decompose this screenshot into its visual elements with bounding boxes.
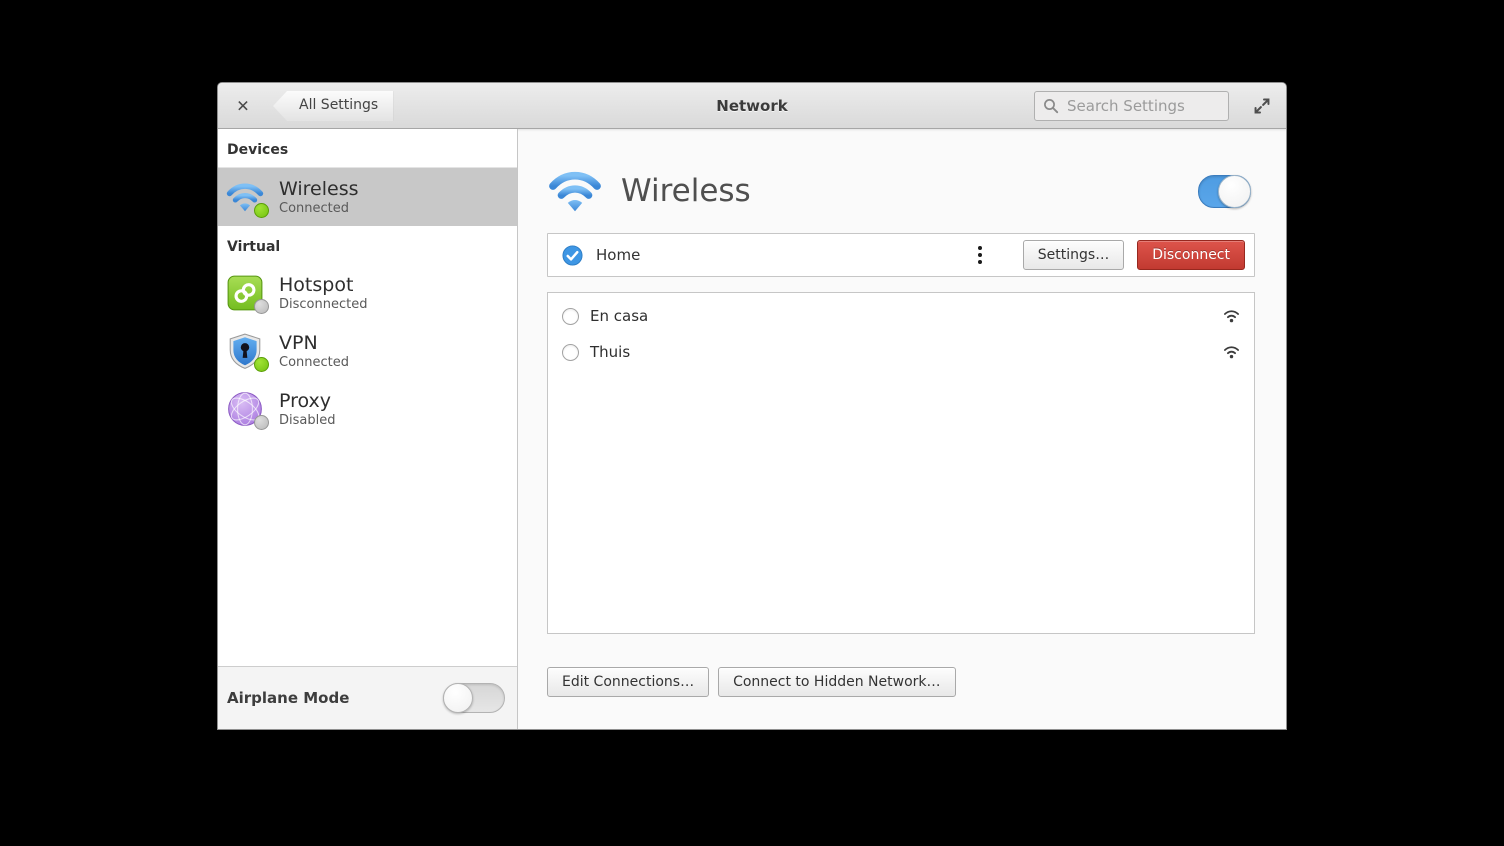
connect-hidden-network-button[interactable]: Connect to Hidden Network… [718,667,955,697]
titlebar: ✕ All Settings Network [218,83,1286,129]
hotspot-icon [226,272,268,314]
airplane-mode-label: Airplane Mode [227,689,443,707]
status-dot-disabled [254,415,269,430]
search-settings-box[interactable] [1034,91,1229,121]
status-dot-connected [254,203,269,218]
device-label: Hotspot [279,274,367,297]
maximize-icon[interactable] [1252,96,1272,116]
edit-connections-button[interactable]: Edit Connections… [547,667,709,697]
wifi-icon [548,164,602,218]
device-label: Wireless [279,178,359,201]
network-radio[interactable] [562,344,579,361]
sidebar-item-proxy[interactable]: Proxy Disabled [218,380,517,438]
network-name: Thuis [590,343,1223,361]
device-status: Connected [279,355,349,371]
panel-title: Wireless [621,173,1198,209]
settings-button[interactable]: Settings… [1023,240,1124,270]
toggle-knob [1218,175,1251,208]
sidebar-item-wireless[interactable]: Wireless Connected [218,168,517,226]
devices-section-header: Devices [218,129,517,168]
network-radio[interactable] [562,308,579,325]
wireless-enable-toggle[interactable] [1198,175,1251,208]
proxy-globe-icon [226,388,268,430]
virtual-section-header: Virtual [218,226,517,264]
disconnect-button[interactable]: Disconnect [1137,240,1245,270]
search-icon [1043,98,1059,114]
wireless-panel: Wireless Home Settings… Disconnect En ca… [518,129,1286,729]
status-dot-connected [254,357,269,372]
vpn-shield-icon [226,330,268,372]
available-networks-list: En casa Thuis [547,292,1255,634]
connected-network-row[interactable]: Home Settings… Disconnect [547,233,1255,277]
signal-strength-icon [1223,345,1240,359]
network-settings-window: ✕ All Settings Network Devices Wireless … [217,82,1287,730]
toggle-knob [443,683,473,713]
device-label: Proxy [279,390,335,413]
footer-actions: Edit Connections… Connect to Hidden Netw… [547,667,1255,697]
connected-network-name: Home [596,246,974,264]
network-menu-button[interactable] [974,242,986,268]
network-list-item[interactable]: En casa [548,298,1254,334]
connected-check-icon [562,245,583,266]
device-status: Disconnected [279,297,367,313]
signal-strength-icon [1223,309,1240,323]
status-dot-disconnected [254,299,269,314]
network-name: En casa [590,307,1223,325]
device-label: VPN [279,332,349,355]
devices-sidebar: Devices Wireless Connected Virtual [218,129,518,729]
search-input[interactable] [1067,97,1220,115]
wireless-header: Wireless [548,163,1251,219]
network-list-item[interactable]: Thuis [548,334,1254,370]
device-status: Connected [279,201,359,217]
sidebar-item-vpn[interactable]: VPN Connected [218,322,517,380]
sidebar-item-hotspot[interactable]: Hotspot Disconnected [218,264,517,322]
wifi-icon [226,176,268,218]
airplane-mode-row: Airplane Mode [218,666,517,729]
device-status: Disabled [279,413,335,429]
airplane-mode-toggle[interactable] [443,683,505,713]
